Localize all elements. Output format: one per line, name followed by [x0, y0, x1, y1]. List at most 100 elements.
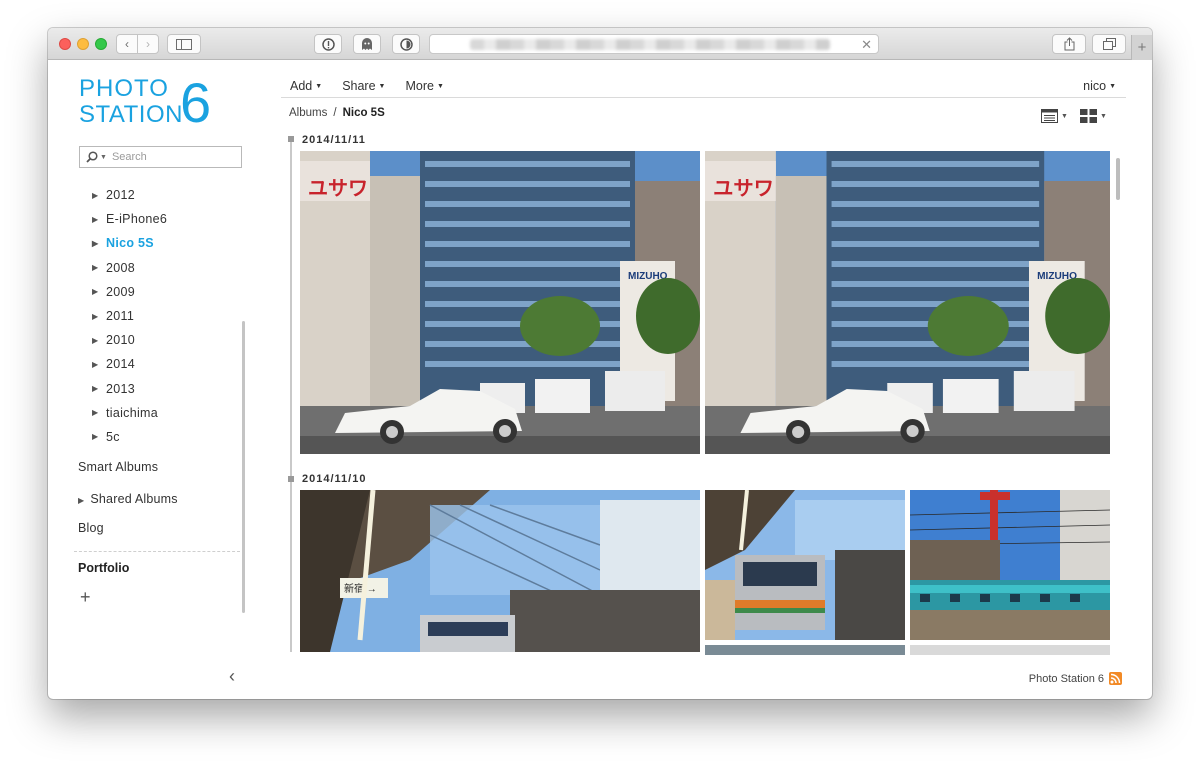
date-heading: 2014/11/11	[302, 134, 366, 146]
list-view-icon	[1041, 109, 1058, 123]
svg-text:6: 6	[180, 72, 211, 128]
svg-text:ユサワ: ユサワ	[713, 178, 774, 200]
expand-arrow-icon[interactable]: ▶	[92, 312, 106, 321]
show-tabs-button[interactable]	[1092, 34, 1126, 54]
sidebar-toggle-button[interactable]	[167, 34, 201, 54]
close-window-button[interactable]	[59, 38, 71, 50]
action-menu: Add ▼ Share ▼ More ▼	[290, 79, 444, 93]
back-button[interactable]: ‹	[116, 34, 138, 54]
expand-arrow-icon[interactable]: ▶	[92, 384, 106, 393]
browser-toolbar: ‹ › ✕ +	[48, 28, 1152, 60]
share-button[interactable]	[1052, 34, 1086, 54]
svg-text:PHOTO: PHOTO	[79, 75, 169, 102]
search-input[interactable]: ▼ Search	[79, 146, 242, 168]
expand-arrow-icon[interactable]: ▶	[92, 432, 106, 441]
expand-arrow-icon[interactable]: ▶	[92, 263, 106, 272]
privacy-extension-button[interactable]	[392, 34, 420, 54]
expand-arrow-icon[interactable]: ▶	[92, 215, 106, 224]
sidebar-scrollbar[interactable]	[242, 321, 245, 613]
chevron-down-icon: ▼	[315, 83, 323, 90]
address-bar[interactable]: ✕	[429, 34, 879, 54]
footer-label: Photo Station 6	[1028, 672, 1104, 685]
ghost-extension-button[interactable]	[353, 34, 381, 54]
chevron-down-icon: ▼	[1099, 112, 1107, 120]
collapse-sidebar-button[interactable]: ‹	[229, 666, 235, 687]
album-label: Nico 5S	[106, 236, 154, 251]
ghost-extension-icon	[362, 37, 372, 50]
album-item[interactable]: ▶ 2011	[92, 304, 242, 328]
album-item[interactable]: ▶ 5c	[92, 425, 242, 449]
street-photo: ユサワ MIZUHO	[300, 151, 700, 454]
chevron-left-icon: ‹	[125, 37, 129, 51]
album-label: 2014	[106, 357, 136, 372]
photo-thumbnail[interactable]	[705, 645, 905, 655]
search-placeholder: Search	[111, 151, 147, 163]
album-item[interactable]: ▶ 2009	[92, 280, 242, 304]
expand-arrow-icon[interactable]: ▶	[78, 496, 84, 505]
album-label: 2008	[106, 260, 136, 275]
photo-thumbnail[interactable]: ユサワ MIZUHO	[300, 151, 700, 454]
add-portfolio-button[interactable]: +	[80, 587, 91, 608]
photo-station-logo: PHOTO STATION 6	[79, 72, 211, 128]
album-item[interactable]: ▶ 2013	[92, 377, 242, 401]
album-item[interactable]: ▶ 2012	[92, 183, 242, 207]
header-divider	[281, 97, 1126, 98]
rss-icon[interactable]	[1109, 672, 1122, 685]
album-item[interactable]: ▶ 2010	[92, 328, 242, 352]
info-extension-icon	[321, 37, 335, 51]
expand-arrow-icon[interactable]: ▶	[92, 287, 106, 296]
album-label: 2013	[106, 381, 136, 396]
breadcrumb-albums[interactable]: Albums	[289, 107, 327, 119]
chevron-down-icon: ▼	[378, 83, 386, 90]
album-item[interactable]: ▶ 2014	[92, 352, 242, 376]
user-menu[interactable]: nico ▼	[1083, 79, 1116, 93]
album-label: 2009	[106, 284, 136, 299]
photo-thumbnail[interactable]	[910, 645, 1110, 655]
street-photo: ユサワ MIZUHO	[705, 151, 1110, 454]
list-view-button[interactable]: ▼	[1041, 109, 1068, 123]
album-item[interactable]: ▶ tiaichima	[92, 401, 242, 425]
content-scrollbar[interactable]	[1116, 158, 1120, 200]
svg-text:ユサワ: ユサワ	[308, 178, 368, 200]
zoom-window-button[interactable]	[95, 38, 107, 50]
album-item[interactable]: ▶ E-iPhone6	[92, 207, 242, 231]
photo-thumbnail[interactable]: 新宿 →	[300, 490, 700, 652]
album-label: 5c	[106, 429, 120, 444]
date-heading: 2014/11/10	[302, 473, 367, 485]
album-label: 2010	[106, 333, 136, 348]
forward-button[interactable]: ›	[137, 34, 159, 54]
blog-link[interactable]: Blog	[78, 521, 104, 535]
photo-thumbnail[interactable]	[910, 490, 1110, 640]
station-photo: 新宿 →	[300, 490, 700, 652]
clear-url-icon[interactable]: ✕	[861, 37, 872, 53]
more-menu[interactable]: More ▼	[405, 79, 443, 93]
blurred-url	[470, 39, 830, 50]
grid-view-icon	[1079, 109, 1097, 123]
expand-arrow-icon[interactable]: ▶	[92, 336, 106, 345]
timeline-bar	[290, 138, 292, 652]
chevron-down-icon: ▼	[1109, 83, 1116, 90]
sidebar-divider	[74, 551, 240, 552]
expand-arrow-icon[interactable]: ▶	[92, 239, 106, 248]
expand-arrow-icon[interactable]: ▶	[92, 191, 106, 200]
portfolio-heading: Portfolio	[78, 561, 130, 575]
photo-thumbnail[interactable]: ユサワ MIZUHO	[705, 151, 1110, 454]
album-item[interactable]: ▶ Nico 5S	[92, 231, 242, 255]
info-extension-button[interactable]	[314, 34, 342, 54]
expand-arrow-icon[interactable]: ▶	[92, 408, 106, 417]
share-icon	[1064, 37, 1074, 51]
shared-albums-link[interactable]: ▶ Shared Albums	[78, 492, 178, 506]
expand-arrow-icon[interactable]: ▶	[92, 360, 106, 369]
share-menu[interactable]: Share ▼	[342, 79, 385, 93]
album-item[interactable]: ▶ 2008	[92, 256, 242, 280]
chevron-right-icon: ›	[146, 37, 150, 51]
new-tab-button[interactable]: +	[1131, 35, 1152, 60]
search-options-icon[interactable]: ▼	[100, 154, 107, 161]
photo-thumbnail[interactable]	[705, 490, 905, 640]
minimize-window-button[interactable]	[77, 38, 89, 50]
train-photo	[705, 490, 905, 640]
breadcrumb: Albums / Nico 5S	[289, 107, 385, 119]
add-menu[interactable]: Add ▼	[290, 79, 322, 93]
smart-albums-link[interactable]: Smart Albums	[78, 460, 158, 474]
thumbnail-view-button[interactable]: ▼	[1079, 109, 1107, 123]
